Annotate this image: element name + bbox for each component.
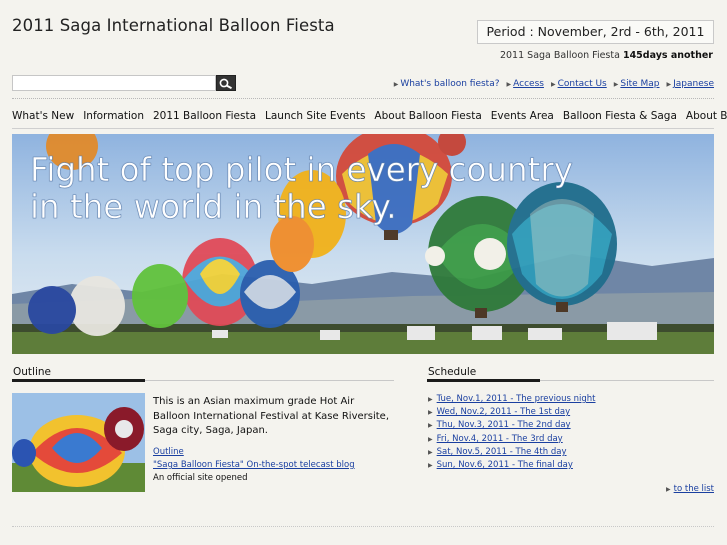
main-nav: What's New Information 2011 Balloon Fies… <box>12 110 727 126</box>
countdown: 2011 Saga Balloon Fiesta 145days another <box>500 50 713 61</box>
triangle-right-icon: ▶ <box>393 80 399 88</box>
util-link-whats-balloon-fiesta[interactable]: ▶ What's balloon fiesta? <box>394 79 500 89</box>
search-icon <box>219 74 233 93</box>
divider <box>145 380 394 381</box>
nav-item-launch-site-events[interactable]: Launch Site Events <box>265 110 365 126</box>
triangle-right-icon: ▶ <box>428 448 433 456</box>
outline-link[interactable]: Outline <box>153 447 184 457</box>
period-box: Period : November, 2rd - 6th, 2011 <box>477 20 714 44</box>
outline-heading-bar <box>12 379 145 382</box>
countdown-prefix: 2011 Saga Balloon Fiesta <box>499 50 623 61</box>
nav-item-2011-balloon-fiesta[interactable]: 2011 Balloon Fiesta <box>153 110 256 126</box>
nav-item-whats-new[interactable]: What's New <box>12 110 74 126</box>
util-link-contact-us[interactable]: ▶ Contact Us <box>551 79 607 89</box>
triangle-right-icon: ▶ <box>428 422 433 430</box>
schedule-heading: Schedule <box>428 366 477 378</box>
divider <box>12 526 714 527</box>
to-the-list-link[interactable]: ▶ to the list <box>666 484 714 494</box>
outline-note: An official site opened <box>153 473 248 483</box>
nav-item-about-balloon[interactable]: About Balloon <box>686 110 727 126</box>
utility-links: ▶ What's balloon fiesta? ▶ Access ▶ Contact… <box>394 79 714 89</box>
hero-caption-line2: in the world in the sky. <box>30 188 397 226</box>
triangle-right-icon: ▶ <box>666 80 672 88</box>
search-input[interactable] <box>12 75 216 91</box>
outline-text: This is an Asian maximum grade Hot Air B… <box>153 396 389 436</box>
triangle-right-icon: ▶ <box>666 485 671 493</box>
schedule-item[interactable]: ▶ Thu, Nov.3, 2011 - The 2nd day <box>428 419 596 432</box>
util-link-site-map[interactable]: ▶ Site Map <box>614 79 660 89</box>
outline-heading: Outline <box>13 366 51 378</box>
divider <box>12 98 714 99</box>
outline-balloon-photo <box>12 393 145 492</box>
nav-item-balloon-fiesta-and-saga[interactable]: Balloon Fiesta & Saga <box>563 110 677 126</box>
triangle-right-icon: ▶ <box>550 80 556 88</box>
triangle-right-icon: ▶ <box>428 435 433 443</box>
divider <box>540 380 714 381</box>
nav-item-information[interactable]: Information <box>83 110 144 126</box>
triangle-right-icon: ▶ <box>506 80 512 88</box>
hero-banner: Fight of top pilot in every country in t… <box>12 134 714 354</box>
telecast-blog-link[interactable]: "Saga Balloon Fiesta" On-the-spot teleca… <box>153 460 355 470</box>
countdown-days: 145days another <box>622 50 713 61</box>
schedule-item[interactable]: ▶ Tue, Nov.1, 2011 - The previous night <box>428 393 596 406</box>
nav-item-events-area[interactable]: Events Area <box>491 110 554 126</box>
nav-item-about-balloon-fiesta[interactable]: About Balloon Fiesta <box>374 110 481 126</box>
hero-caption: Fight of top pilot in every country in t… <box>30 151 574 226</box>
schedule-item[interactable]: ▶ Sun, Nov.6, 2011 - The final day <box>428 459 596 472</box>
schedule-item[interactable]: ▶ Fri, Nov.4, 2011 - The 3rd day <box>428 433 596 446</box>
schedule-list: ▶ Tue, Nov.1, 2011 - The previous night ▶… <box>428 393 596 472</box>
triangle-right-icon: ▶ <box>428 409 433 417</box>
schedule-item[interactable]: ▶ Wed, Nov.2, 2011 - The 1st day <box>428 406 596 419</box>
hero-caption-line1: Fight of top pilot in every country <box>30 151 574 189</box>
util-link-access[interactable]: ▶ Access <box>507 79 544 89</box>
triangle-right-icon: ▶ <box>428 462 433 470</box>
triangle-right-icon: ▶ <box>428 396 433 403</box>
divider <box>12 128 714 129</box>
schedule-heading-bar <box>427 379 540 382</box>
search-button[interactable] <box>216 75 236 91</box>
util-link-japanese[interactable]: ▶ Japanese <box>667 79 715 89</box>
schedule-item[interactable]: ▶ Sat, Nov.5, 2011 - The 4th day <box>428 446 596 459</box>
site-title[interactable]: 2011 Saga International Balloon Fiesta <box>12 16 335 35</box>
triangle-right-icon: ▶ <box>613 80 619 88</box>
